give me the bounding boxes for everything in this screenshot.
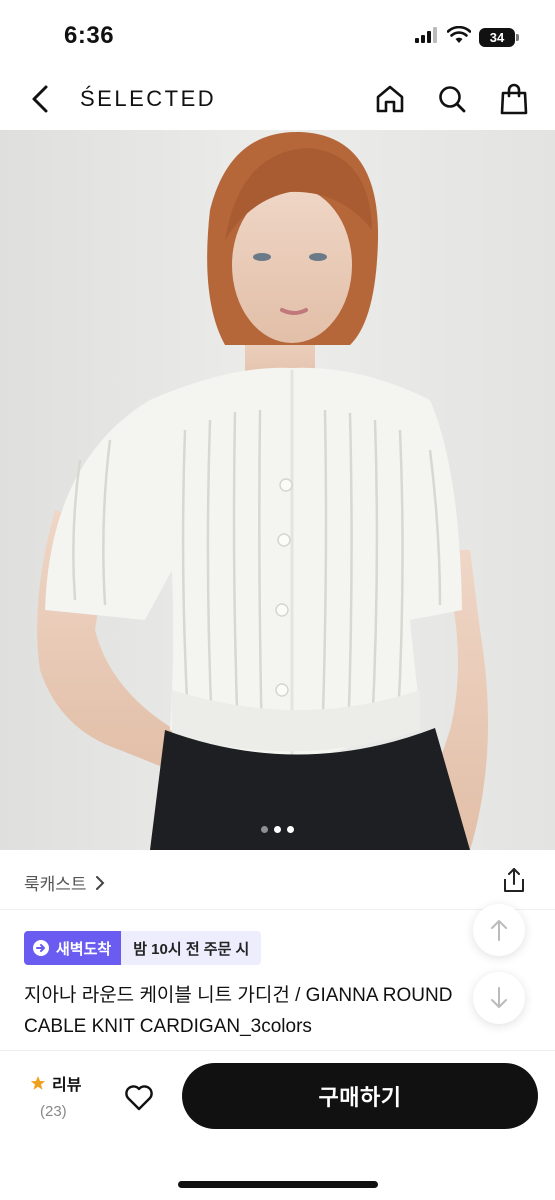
review-summary[interactable]: 리뷰 (23) <box>30 1071 100 1120</box>
share-icon <box>504 868 524 892</box>
nav-bar: ŚELECTED <box>0 70 555 130</box>
battery-icon: 34 <box>479 28 519 47</box>
search-button[interactable] <box>435 82 469 116</box>
review-count: (23) <box>40 1103 67 1120</box>
product-title: 지아나 라운드 케이블 니트 가디건 / GIANNA ROUND CABLE … <box>24 980 484 1042</box>
gallery-dot[interactable] <box>287 826 294 833</box>
brand-logo[interactable]: ŚELECTED <box>80 86 216 112</box>
cart-button[interactable] <box>497 82 531 116</box>
status-bar: 6:36 34 <box>0 0 555 70</box>
delivery-arrow-icon <box>33 940 49 956</box>
bottom-action-bar: 리뷰 (23) 구매하기 <box>0 1050 555 1200</box>
delivery-badge: 새벽도착 밤 10시 전 주문 시 <box>24 931 262 965</box>
home-icon <box>376 85 404 113</box>
order-cutoff-label: 밤 10시 전 주문 시 <box>121 931 262 965</box>
dawn-delivery-label: 새벽도착 <box>56 940 112 958</box>
scroll-top-button[interactable] <box>473 904 525 956</box>
gallery-dot-active[interactable] <box>274 826 281 833</box>
breadcrumb-label: 룩캐스트 <box>24 875 87 894</box>
wifi-icon <box>446 25 472 49</box>
chevron-left-icon <box>32 85 48 113</box>
gallery-dot[interactable] <box>261 826 268 833</box>
product-photo <box>0 130 555 850</box>
signal-icon <box>415 27 439 48</box>
breadcrumb-row: 룩캐스트 <box>0 850 555 910</box>
battery-level: 34 <box>489 30 505 45</box>
gallery-pagination <box>0 826 555 833</box>
chevron-right-icon <box>95 875 104 890</box>
heart-icon <box>125 1084 153 1110</box>
home-button[interactable] <box>373 82 407 116</box>
search-icon <box>439 86 466 113</box>
back-button[interactable] <box>24 82 56 116</box>
arrow-down-icon <box>491 987 507 1008</box>
status-time: 6:36 <box>64 22 115 49</box>
buy-button[interactable]: 구매하기 <box>182 1063 538 1129</box>
share-button[interactable] <box>499 865 529 895</box>
scroll-bottom-button[interactable] <box>473 972 525 1024</box>
product-title-line: CABLE KNIT CARDIGAN_3colors <box>24 1016 312 1037</box>
product-title-line: 지아나 라운드 케이블 니트 가디건 / GIANNA ROUND <box>24 985 453 1006</box>
review-label: 리뷰 <box>52 1077 82 1094</box>
shopping-bag-icon <box>500 83 528 115</box>
star-icon <box>30 1076 46 1090</box>
status-icons: 34 <box>415 25 519 49</box>
breadcrumb-link[interactable]: 룩캐스트 <box>24 870 105 895</box>
home-indicator <box>178 1181 378 1188</box>
arrow-up-icon <box>491 920 507 941</box>
dawn-delivery-tag: 새벽도착 <box>24 931 122 965</box>
product-image-gallery[interactable] <box>0 130 555 850</box>
like-button[interactable] <box>118 1079 160 1115</box>
